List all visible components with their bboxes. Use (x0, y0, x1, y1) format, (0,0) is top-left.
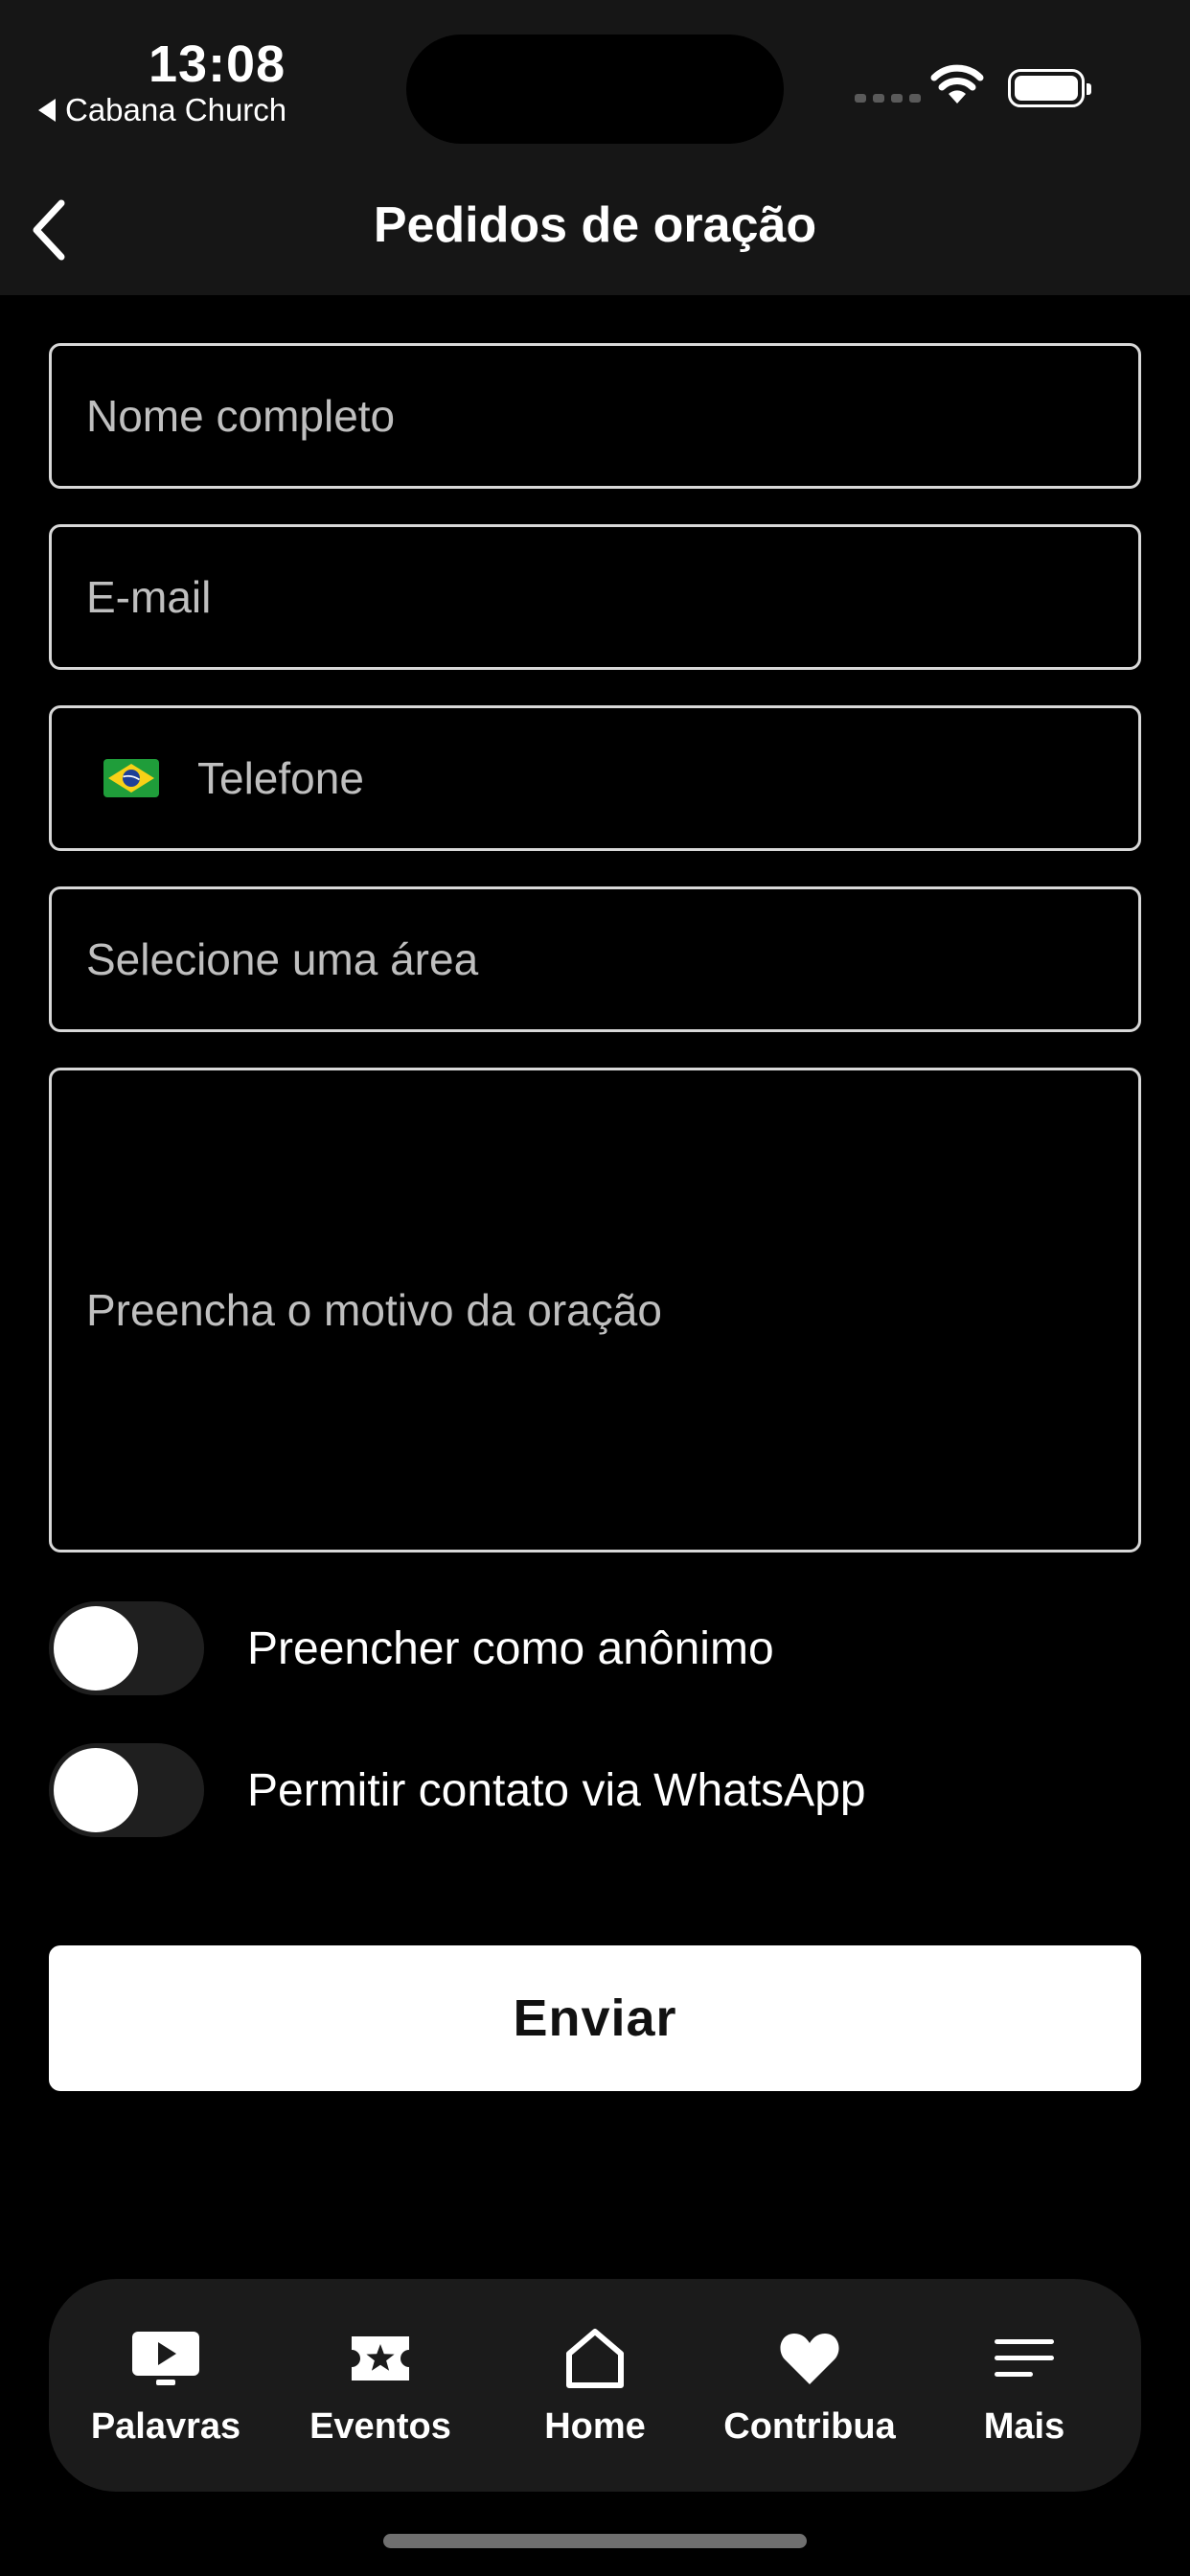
house-icon (566, 2328, 624, 2388)
toggle-knob (54, 1748, 138, 1832)
tab-label: Eventos (309, 2405, 451, 2447)
full-name-input[interactable]: Nome completo (49, 343, 1141, 489)
tab-eventos[interactable]: Eventos (280, 2324, 481, 2448)
dynamic-island (406, 34, 784, 144)
brazil-flag-icon[interactable] (103, 759, 159, 797)
back-triangle-icon (38, 99, 56, 122)
tab-label: Home (544, 2405, 646, 2447)
home-indicator[interactable] (383, 2534, 807, 2548)
back-app-label: Cabana Church (65, 92, 287, 127)
submit-button[interactable]: Enviar (49, 1945, 1141, 2091)
tab-home[interactable]: Home (494, 2324, 696, 2448)
back-to-app-link[interactable]: Cabana Church (38, 92, 286, 128)
battery-icon (1008, 69, 1091, 107)
prayer-reason-placeholder: Preencha o motivo da oração (86, 1285, 662, 1335)
tab-label: Contribua (723, 2405, 896, 2447)
tab-contribua[interactable]: Contribua (709, 2324, 910, 2448)
play-screen-icon (132, 2331, 199, 2385)
cellular-signal-icon (855, 94, 921, 103)
phone-placeholder: Telefone (197, 753, 364, 803)
page-title: Pedidos de oração (373, 197, 817, 253)
tab-bar: Palavras Eventos Home Contribua Mais (49, 2279, 1141, 2492)
tab-label: Palavras (90, 2405, 241, 2447)
wifi-icon (930, 64, 984, 104)
anonymous-toggle[interactable] (49, 1601, 204, 1695)
tab-palavras[interactable]: Palavras (65, 2324, 266, 2448)
toggle-knob (54, 1606, 138, 1690)
prayer-reason-textarea[interactable]: Preencha o motivo da oração (49, 1068, 1141, 1552)
area-placeholder: Selecione uma área (86, 934, 479, 984)
anonymous-toggle-label: Preencher como anônimo (247, 1622, 774, 1674)
area-select[interactable]: Selecione uma área (49, 886, 1141, 1032)
ticket-star-icon (352, 2335, 409, 2380)
header: 13:08 Cabana Church Pedidos de oração (0, 0, 1190, 295)
status-time: 13:08 (149, 35, 286, 93)
tab-label: Mais (983, 2405, 1065, 2447)
email-placeholder: E-mail (86, 572, 212, 622)
anonymous-toggle-row: Preencher como anônimo (49, 1600, 1141, 1696)
heart-icon (780, 2333, 839, 2384)
whatsapp-toggle-label: Permitir contato via WhatsApp (247, 1764, 866, 1816)
full-name-placeholder: Nome completo (86, 391, 396, 441)
email-input[interactable]: E-mail (49, 524, 1141, 670)
whatsapp-toggle[interactable] (49, 1743, 204, 1837)
phone-input[interactable]: Telefone (49, 705, 1141, 851)
tab-mais[interactable]: Mais (924, 2324, 1125, 2448)
menu-lines-icon (995, 2338, 1054, 2377)
whatsapp-toggle-row: Permitir contato via WhatsApp (49, 1742, 1141, 1838)
